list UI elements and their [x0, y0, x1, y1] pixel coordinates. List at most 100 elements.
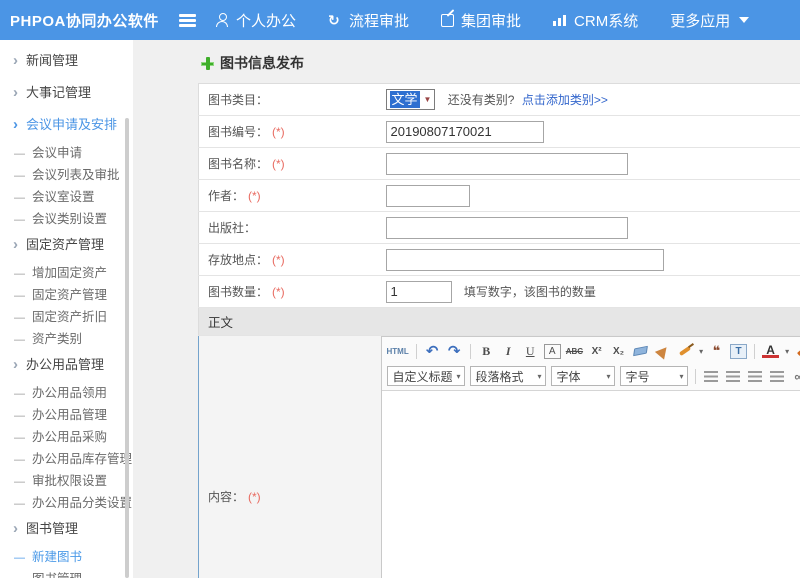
chevron-right-icon: ›	[13, 116, 18, 133]
underline-button[interactable]: U	[522, 342, 539, 360]
sidebar-item-supplies-purchase[interactable]: —办公用品采购	[0, 426, 133, 448]
sidebar-item-approval-permission[interactable]: —审批权限设置	[0, 470, 133, 492]
sidebar-item-asset-depreciation[interactable]: —固定资产折旧	[0, 306, 133, 328]
select-label: 段落格式	[476, 368, 524, 385]
field-label: 图书类目：	[208, 93, 268, 107]
sidebar-scrollbar[interactable]	[125, 118, 129, 578]
sidebar-item-label: 办公用品管理	[32, 408, 107, 422]
publisher-input[interactable]	[386, 217, 628, 239]
dash-icon: —	[14, 454, 25, 466]
sidebar-item-meeting-room[interactable]: —会议室设置	[0, 186, 133, 208]
font-color-button[interactable]: A	[762, 344, 779, 358]
sidebar-item-supplies-inventory[interactable]: —办公用品库存管理	[0, 448, 133, 470]
sidebar-group-memorabilia[interactable]: ›大事记管理	[0, 78, 133, 110]
caret-down-icon[interactable]: ▾	[785, 347, 789, 356]
caret-down-icon[interactable]: ▾	[699, 347, 703, 356]
italic-button[interactable]: I	[500, 342, 517, 360]
book-form-table: 图书类目： 文学 ▼ 还没有类别? 点击添加类别>> 图书编号：(*) 图书名称…	[198, 83, 800, 578]
sidebar-item-meeting-apply[interactable]: —会议申请	[0, 142, 133, 164]
form-row-publisher: 出版社：	[199, 212, 800, 244]
sidebar-group-label: 会议申请及安排	[26, 117, 117, 132]
sidebar-group-meeting[interactable]: › 会议申请及安排	[0, 110, 133, 142]
sidebar-item-label: 会议室设置	[32, 190, 95, 204]
app-title: PHPOA协同办公软件	[0, 10, 172, 31]
select-label: 字体	[557, 368, 581, 385]
book-name-input[interactable]	[386, 153, 628, 175]
align-right-icon[interactable]	[748, 371, 762, 382]
sidebar-item-supplies-category[interactable]: —办公用品分类设置	[0, 492, 133, 514]
align-center-icon[interactable]	[726, 371, 740, 382]
dash-icon: —	[14, 268, 25, 280]
nav-more-apps[interactable]: 更多应用	[670, 10, 749, 31]
caret-down-icon	[739, 17, 749, 23]
sidebar-item-asset-add[interactable]: —增加固定资产	[0, 262, 133, 284]
format-painter-icon[interactable]	[679, 346, 691, 356]
category-select[interactable]: 文学 ▼	[386, 89, 436, 110]
page-header: 图书信息发布	[198, 52, 800, 74]
nav-process-approval[interactable]: ↻ 流程审批	[328, 10, 409, 31]
nav-group-approval[interactable]: 集团审批	[441, 10, 521, 31]
editor-content-area[interactable]	[382, 391, 800, 578]
sidebar-item-supplies-manage[interactable]: —办公用品管理	[0, 404, 133, 426]
dash-icon: —	[14, 170, 25, 182]
align-justify-icon[interactable]	[770, 371, 784, 382]
dash-icon: —	[14, 388, 25, 400]
sidebar-item-book-new[interactable]: —新建图书	[0, 546, 133, 568]
custom-title-select[interactable]: 自定义标题 ▾	[387, 366, 465, 386]
sidebar-item-book-manage[interactable]: —图书管理	[0, 568, 133, 578]
sidebar-group-office-supplies[interactable]: ›办公用品管理	[0, 350, 133, 382]
sidebar-item-supplies-claim[interactable]: —办公用品领用	[0, 382, 133, 404]
add-category-link[interactable]: 点击添加类别>>	[522, 93, 608, 107]
required-mark: (*)	[248, 490, 261, 504]
page-title: 图书信息发布	[220, 53, 304, 73]
blockquote-icon[interactable]: ❝	[708, 342, 725, 360]
eraser-icon[interactable]	[633, 346, 648, 357]
sidebar-item-asset-category[interactable]: —资产类别	[0, 328, 133, 350]
toolbar-separator	[470, 344, 471, 359]
author-input[interactable]	[386, 185, 470, 207]
sidebar-group-news[interactable]: ›新闻管理	[0, 46, 133, 78]
sidebar: ›新闻管理 ›大事记管理 ›会议申请及安排 —会议申请 —会议列表及审批 —会议…	[0, 40, 133, 578]
selected-option: 文学	[390, 91, 420, 108]
nav-crm-system[interactable]: CRM系统	[553, 10, 638, 31]
sidebar-item-meeting-category[interactable]: —会议类别设置	[0, 208, 133, 230]
paste-text-icon[interactable]: T	[730, 344, 747, 359]
field-label: 图书编号：	[208, 125, 268, 139]
sidebar-item-meeting-list[interactable]: —会议列表及审批	[0, 164, 133, 186]
add-plus-icon	[201, 57, 214, 70]
sidebar-item-asset-manage[interactable]: —固定资产管理	[0, 284, 133, 306]
chevron-right-icon: ›	[13, 356, 18, 373]
strikethrough-button[interactable]: ABC	[566, 342, 583, 360]
paragraph-format-select[interactable]: 段落格式 ▾	[470, 366, 546, 386]
insert-link-icon[interactable]: ∞	[791, 367, 800, 385]
category-hint: 还没有类别?	[448, 93, 515, 107]
subscript-button[interactable]: X₂	[610, 342, 627, 360]
dash-icon: —	[14, 312, 25, 324]
required-mark: (*)	[272, 253, 285, 267]
font-family-select[interactable]: 字体 ▾	[551, 366, 615, 386]
html-source-button[interactable]: HTML	[387, 342, 409, 360]
topbar: PHPOA协同办公软件 个人办公 ↻ 流程审批 集团审批 CRM系统 更多应用	[0, 0, 800, 40]
align-left-icon[interactable]	[704, 371, 718, 382]
nav-personal-office[interactable]: 个人办公	[216, 10, 296, 31]
nav-label: 流程审批	[349, 10, 409, 31]
font-border-button[interactable]: A	[544, 344, 561, 359]
font-size-select[interactable]: 字号 ▾	[620, 366, 688, 386]
undo-icon[interactable]: ↶	[424, 342, 441, 360]
dash-icon: —	[14, 574, 25, 578]
sidebar-group-book[interactable]: ›图书管理	[0, 514, 133, 546]
clean-format-broom-icon[interactable]	[654, 343, 670, 359]
caret-down-icon: ▾	[679, 372, 683, 381]
location-input[interactable]	[386, 249, 664, 271]
nav-label: CRM系统	[574, 10, 638, 31]
bar-chart-icon	[553, 14, 567, 26]
hamburger-menu-icon[interactable]	[178, 13, 198, 27]
book-no-input[interactable]	[386, 121, 544, 143]
sidebar-group-label: 固定资产管理	[26, 237, 104, 252]
redo-icon[interactable]: ↷	[446, 342, 463, 360]
quantity-input[interactable]	[386, 281, 452, 303]
superscript-button[interactable]: X²	[588, 342, 605, 360]
sidebar-group-label: 新闻管理	[26, 53, 78, 68]
sidebar-group-fixed-asset[interactable]: ›固定资产管理	[0, 230, 133, 262]
bold-button[interactable]: B	[478, 342, 495, 360]
